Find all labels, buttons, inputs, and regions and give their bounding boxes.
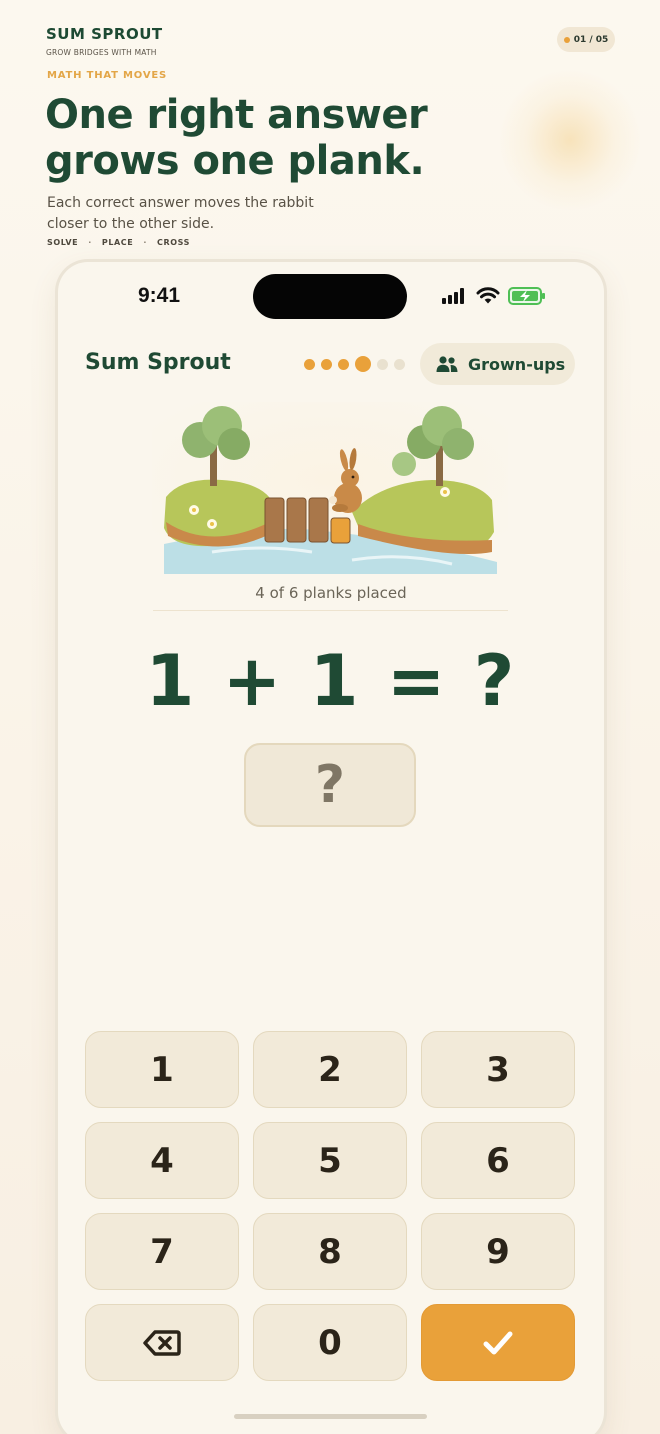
step-cross: CROSS xyxy=(157,238,190,247)
key-4[interactable]: 4 xyxy=(85,1122,239,1199)
flower-center xyxy=(210,522,214,526)
key-7[interactable]: 7 xyxy=(85,1213,239,1290)
wifi-icon xyxy=(476,287,500,304)
left-tree-canopy xyxy=(218,428,250,460)
dynamic-island xyxy=(253,274,407,319)
key-2[interactable]: 2 xyxy=(253,1031,407,1108)
checkmark-icon xyxy=(483,1331,513,1354)
app-title: Sum Sprout xyxy=(85,350,231,375)
status-time: 9:41 xyxy=(138,284,181,307)
step-solve: SOLVE xyxy=(47,238,79,247)
plank xyxy=(286,497,307,543)
backspace-icon xyxy=(143,1329,181,1356)
cellular-signal-icon xyxy=(442,288,464,304)
bridge-scene-illustration xyxy=(152,402,508,574)
plank xyxy=(308,497,329,543)
submit-button[interactable] xyxy=(421,1304,575,1381)
number-keypad: 1 2 3 4 5 6 7 8 9 0 xyxy=(85,1031,575,1381)
answer-placeholder: ? xyxy=(314,755,346,815)
battery-charging-icon xyxy=(508,287,545,305)
key-6[interactable]: 6 xyxy=(421,1122,575,1199)
grown-ups-button[interactable]: Grown-ups xyxy=(420,343,575,385)
progress-dot-done xyxy=(304,358,315,370)
flower-center xyxy=(443,490,447,494)
steps-list: SOLVE · PLACE · CROSS xyxy=(47,238,190,247)
status-icons xyxy=(442,287,546,305)
key-0[interactable]: 0 xyxy=(253,1304,407,1381)
math-equation: 1 + 1 = ? xyxy=(145,640,517,722)
step-place: PLACE xyxy=(101,238,134,247)
progress-dot-todo xyxy=(394,358,405,370)
key-8[interactable]: 8 xyxy=(253,1213,407,1290)
people-icon xyxy=(436,356,458,372)
description: Each correct answer moves the rabbit clo… xyxy=(47,195,314,232)
progress-dot-todo xyxy=(377,358,388,370)
phone-frame: 9:41 Sum Sprout Grown-ups 4 of 6 planks … xyxy=(58,262,604,1434)
key-5[interactable]: 5 xyxy=(253,1122,407,1199)
right-bush xyxy=(392,452,416,476)
plank-new xyxy=(330,517,351,544)
sun-glow-decoration xyxy=(500,70,640,210)
page-indicator: 01 / 05 xyxy=(557,27,615,52)
brand-name: SUM SPROUT xyxy=(46,25,163,43)
key-1[interactable]: 1 xyxy=(85,1031,239,1108)
plank xyxy=(264,497,285,543)
progress-dot-done xyxy=(321,358,332,370)
home-indicator[interactable] xyxy=(234,1414,427,1419)
flower-center xyxy=(192,508,196,512)
brand-tagline: GROW BRIDGES WITH MATH xyxy=(46,48,157,57)
right-tree-canopy xyxy=(442,428,474,460)
step-separator: · xyxy=(88,238,92,247)
key-3[interactable]: 3 xyxy=(421,1031,575,1108)
key-9[interactable]: 9 xyxy=(421,1213,575,1290)
headline-line-1: One right answer xyxy=(45,92,428,138)
progress-dot-done xyxy=(338,358,349,370)
divider xyxy=(153,610,508,611)
backspace-button[interactable] xyxy=(85,1304,239,1381)
progress-dots xyxy=(304,356,405,372)
eyebrow-label: MATH THAT MOVES xyxy=(47,70,167,81)
planks-caption: 4 of 6 planks placed xyxy=(255,584,407,602)
page-indicator-text: 01 / 05 xyxy=(573,34,609,45)
headline-line-2: grows one plank. xyxy=(45,138,425,184)
progress-dot-current xyxy=(355,356,371,372)
grown-ups-label: Grown-ups xyxy=(468,354,566,374)
answer-field[interactable]: ? xyxy=(244,743,416,827)
headline: One right answer grows one plank. xyxy=(45,92,485,184)
step-separator: · xyxy=(143,238,147,247)
pager-dot-icon xyxy=(563,36,570,43)
